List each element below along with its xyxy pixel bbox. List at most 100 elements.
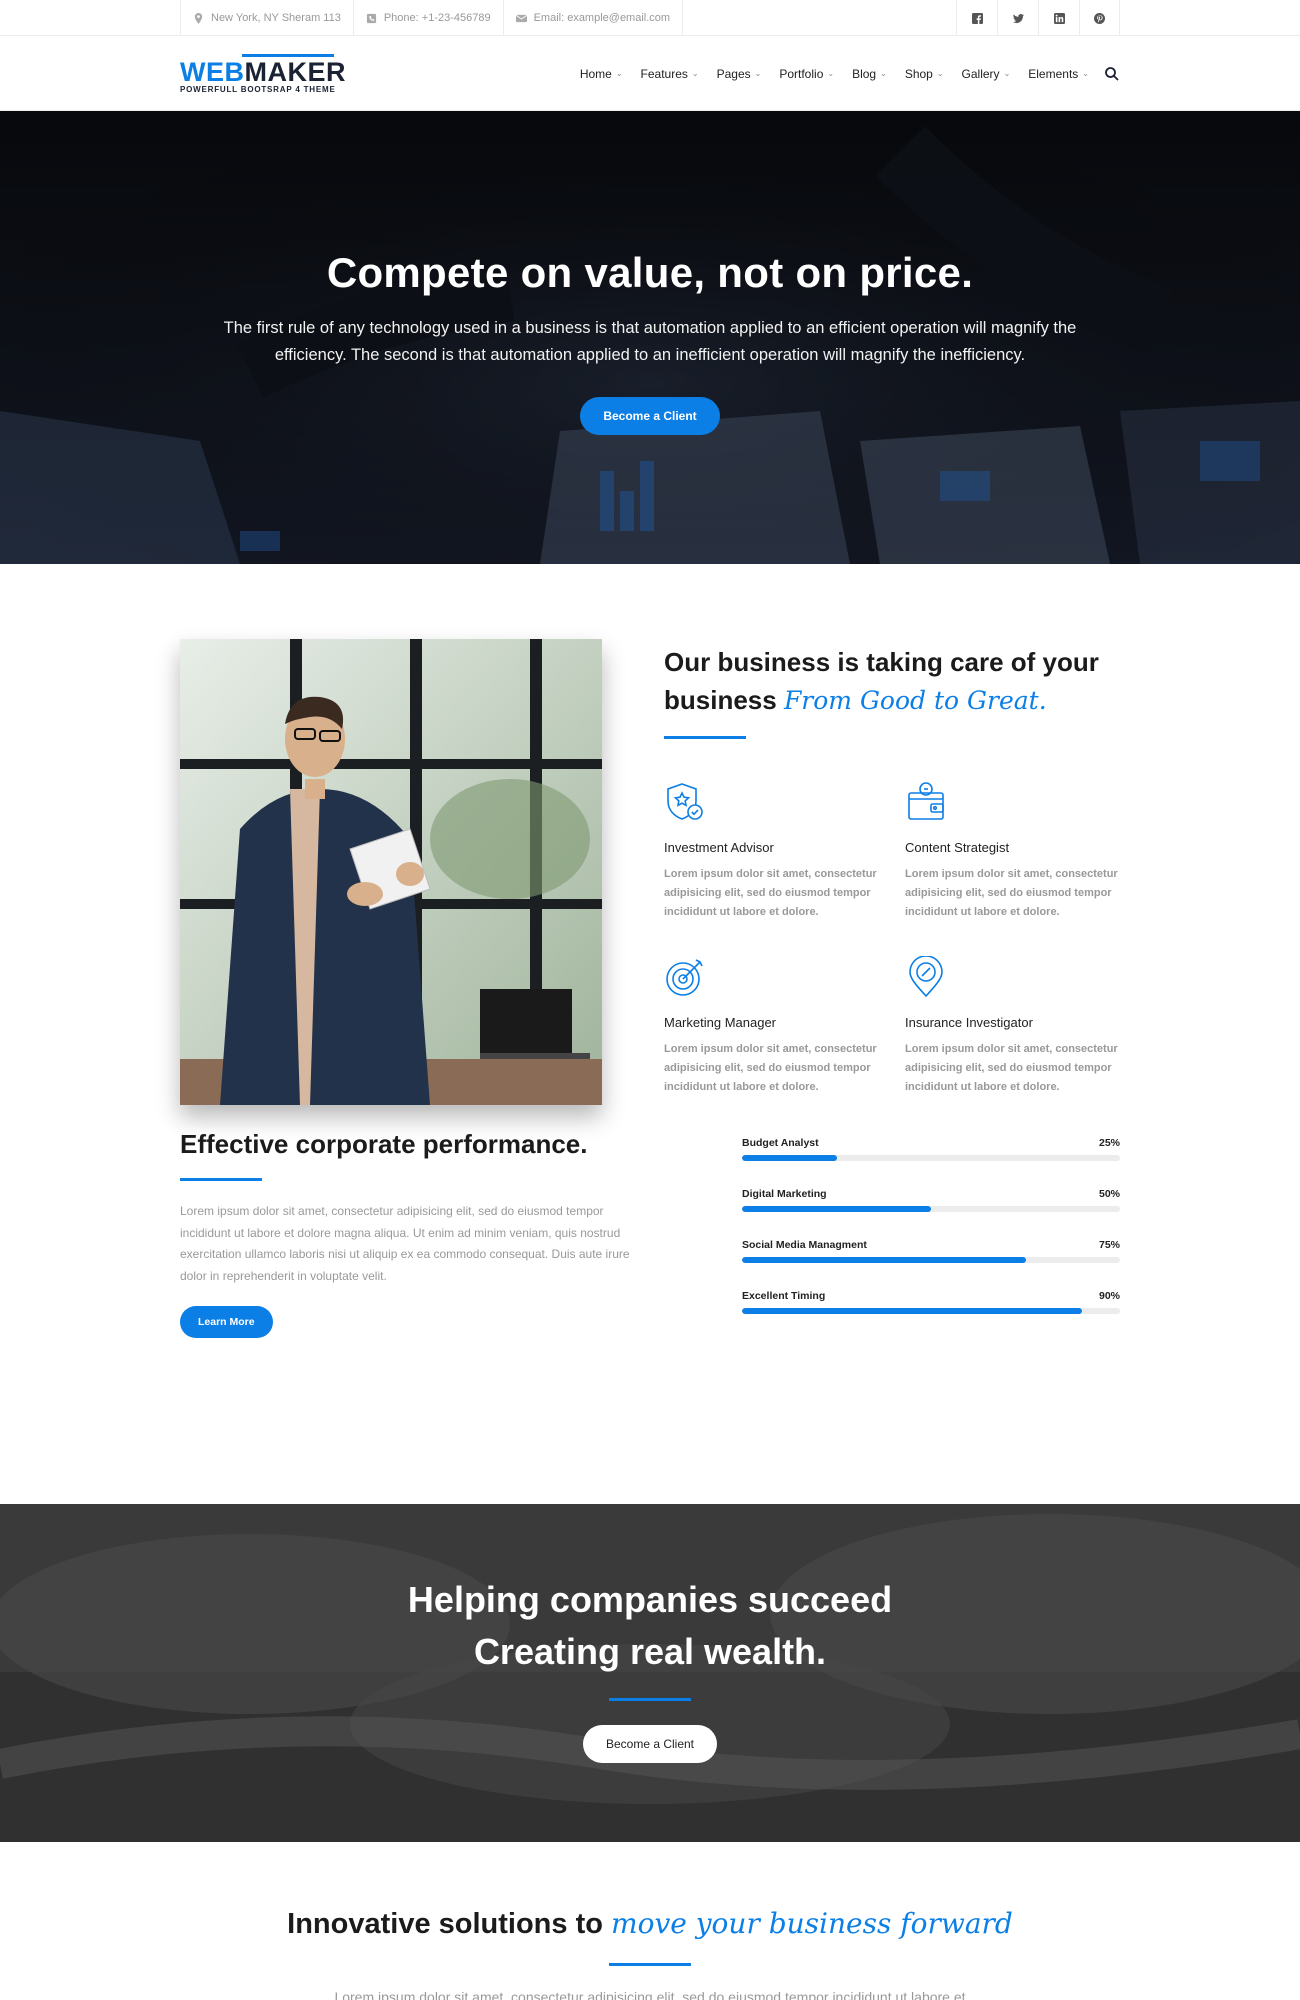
nav-shop[interactable]: Shop ⌄ xyxy=(896,67,953,81)
logo-text-maker: MAKER xyxy=(244,56,346,87)
businessman-photo xyxy=(180,639,602,1105)
feature-title: Marketing Manager xyxy=(664,1015,776,1030)
nav-features[interactable]: Features ⌄ xyxy=(632,67,708,81)
address-info: New York, NY Sheram 113 xyxy=(180,0,353,36)
innovative-title-script: move your business forward xyxy=(611,1907,1013,1940)
learn-more-button[interactable]: Learn More xyxy=(180,1306,273,1338)
skill-value: 50% xyxy=(1098,1188,1120,1200)
feature-title: Insurance Investigator xyxy=(905,1015,1033,1030)
phone-info: Phone: +1-23-456789 xyxy=(352,0,503,36)
progress-track xyxy=(742,1155,1120,1161)
address-text: New York, NY Sheram 113 xyxy=(211,12,341,24)
feature-item: Investment Advisor Lorem ipsum dolor sit… xyxy=(664,781,905,922)
logo[interactable]: WEBMAKER POWERFULL BOOTSRAP 4 THEME xyxy=(180,53,346,94)
phone-icon xyxy=(366,13,376,23)
chevron-down-icon: ⌄ xyxy=(936,69,944,78)
main-header: WEBMAKER POWERFULL BOOTSRAP 4 THEME Home… xyxy=(0,36,1300,111)
feature-text: Lorem ipsum dolor sit amet, consectetur … xyxy=(664,1043,877,1093)
skill-bar: Excellent Timing 90% xyxy=(742,1290,1120,1314)
email-text: Email: example@email.com xyxy=(533,12,671,24)
logo-text-web: WEB xyxy=(180,56,245,87)
title-underline xyxy=(180,1178,262,1181)
wallet-icon xyxy=(908,782,944,820)
twitter-link[interactable] xyxy=(997,0,1038,36)
progress-fill xyxy=(742,1206,931,1212)
skill-label: Excellent Timing xyxy=(742,1290,826,1302)
cta-section: Helping companies succeed Creating real … xyxy=(0,1504,1300,1842)
hero-section: Compete on value, not on price. The firs… xyxy=(0,111,1300,564)
envelope-icon xyxy=(515,14,527,22)
skill-bars: Budget Analyst 25% Digital Marketing 50% S… xyxy=(742,1129,1120,1341)
skill-bar: Social Media Managment 75% xyxy=(742,1239,1120,1263)
hero-title: Compete on value, not on price. xyxy=(326,249,974,296)
feature-text: Lorem ipsum dolor sit amet, consectetur … xyxy=(905,868,1118,918)
progress-track xyxy=(742,1257,1120,1263)
performance-section: Effective corporate performance. Lorem i… xyxy=(0,1129,1300,1504)
twitter-icon xyxy=(1012,13,1024,23)
progress-fill xyxy=(742,1308,1083,1314)
feature-title: Content Strategist xyxy=(905,840,1010,855)
chevron-down-icon: ⌄ xyxy=(615,69,623,78)
chevron-down-icon: ⌄ xyxy=(880,69,887,78)
progress-fill xyxy=(742,1155,837,1161)
skill-label: Digital Marketing xyxy=(742,1188,827,1200)
about-title: Our business is taking care of your busi… xyxy=(664,647,1099,715)
innovative-title: Innovative solutions to move your busine… xyxy=(287,1907,1013,1940)
linkedin-icon xyxy=(1053,12,1065,24)
facebook-icon xyxy=(971,12,983,24)
title-underline xyxy=(664,736,746,739)
skill-label: Budget Analyst xyxy=(742,1137,819,1149)
skill-value: 75% xyxy=(1098,1239,1120,1251)
chevron-down-icon: ⌄ xyxy=(754,69,762,78)
pinterest-icon xyxy=(1094,12,1105,24)
skill-label: Social Media Managment xyxy=(742,1239,867,1251)
feature-text: Lorem ipsum dolor sit amet, consectetur … xyxy=(905,1043,1118,1093)
progress-track xyxy=(742,1206,1120,1212)
email-info: Email: example@email.com xyxy=(502,0,684,36)
progress-track xyxy=(742,1308,1120,1314)
facebook-link[interactable] xyxy=(956,0,997,36)
hero-description: The first rule of any technology used in… xyxy=(223,319,1077,364)
title-underline xyxy=(609,1963,691,1966)
skill-bar: Digital Marketing 50% xyxy=(742,1188,1120,1212)
skill-bar: Budget Analyst 25% xyxy=(742,1137,1120,1161)
innovative-text: Lorem ipsum dolor sit amet, consectetur … xyxy=(334,1989,966,2000)
nav-home[interactable]: Home ⌄ xyxy=(571,67,632,81)
hero-become-client-button[interactable]: Become a Client xyxy=(580,397,720,435)
chevron-down-icon: ⌄ xyxy=(827,69,835,78)
performance-title: Effective corporate performance. xyxy=(180,1129,588,1159)
pinterest-link[interactable] xyxy=(1079,0,1120,36)
main-nav: Home ⌄ Features ⌄ Pages ⌄ Portfolio ⌄ Blog ⌄ … xyxy=(571,66,1120,82)
nav-gallery[interactable]: Gallery ⌄ xyxy=(953,67,1020,81)
title-underline xyxy=(609,1698,691,1701)
map-pin-icon xyxy=(194,12,203,24)
target-icon xyxy=(666,959,703,996)
innovative-section: Innovative solutions to move your busine… xyxy=(0,1842,1300,2000)
chevron-down-icon: ⌄ xyxy=(691,69,699,78)
nav-portfolio[interactable]: Portfolio ⌄ xyxy=(770,67,843,81)
compass-pin-icon xyxy=(909,955,943,998)
nav-blog[interactable]: Blog ⌄ xyxy=(843,67,896,81)
feature-title: Investment Advisor xyxy=(664,840,774,855)
phone-text: Phone: +1-23-456789 xyxy=(383,12,491,24)
feature-item: Marketing Manager Lorem ipsum dolor sit … xyxy=(664,956,905,1097)
feature-item: Content Strategist Lorem ipsum dolor sit… xyxy=(905,781,1120,922)
cta-become-client-button[interactable]: Become a Client xyxy=(582,1725,718,1763)
features-grid: Investment Advisor Lorem ipsum dolor sit… xyxy=(664,781,1120,1097)
progress-fill xyxy=(742,1257,1026,1263)
businessman-image xyxy=(180,639,602,1105)
nav-pages[interactable]: Pages ⌄ xyxy=(708,67,771,81)
chevron-down-icon: ⌄ xyxy=(1003,69,1011,78)
about-section: Our business is taking care of your busi… xyxy=(0,564,1300,1129)
feature-item: Insurance Investigator Lorem ipsum dolor… xyxy=(905,955,1120,1097)
linkedin-link[interactable] xyxy=(1038,0,1079,36)
search-icon[interactable] xyxy=(1104,66,1120,82)
nav-elements[interactable]: Elements ⌄ xyxy=(1019,67,1098,81)
performance-text: Lorem ipsum dolor sit amet, consectetur … xyxy=(180,1204,630,1283)
top-bar: New York, NY Sheram 113 Phone: +1-23-456… xyxy=(0,0,1300,36)
skill-value: 25% xyxy=(1098,1137,1120,1149)
feature-text: Lorem ipsum dolor sit amet, consectetur … xyxy=(664,868,877,918)
logo-accent-bar xyxy=(242,53,334,57)
shield-star-icon xyxy=(667,783,703,820)
about-title-script: From Good to Great. xyxy=(783,686,1047,715)
